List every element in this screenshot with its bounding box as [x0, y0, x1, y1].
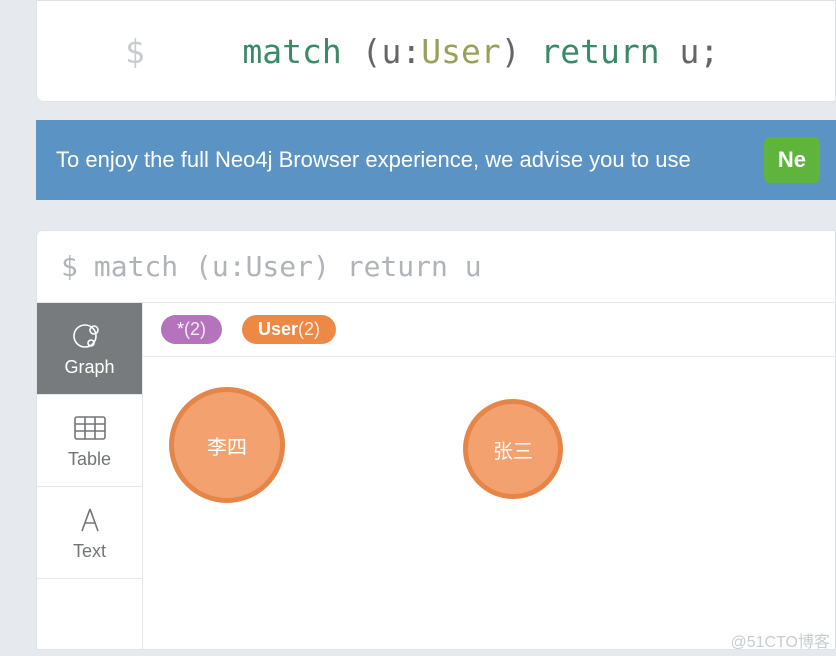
colon: : [401, 32, 421, 71]
result-frame: $ match (u:User) return u Graph [36, 230, 836, 650]
graph-area: *(2) User(2) 李四 张三 [143, 303, 835, 649]
open-paren: ( [362, 32, 382, 71]
result-query: match (u:User) return u [94, 250, 482, 283]
browser-notice: To enjoy the full Neo4j Browser experien… [36, 120, 836, 200]
graph-node[interactable]: 张三 [463, 399, 563, 499]
keyword-match: match [242, 32, 341, 71]
labels-bar: *(2) User(2) [143, 303, 835, 357]
node-caption: 张三 [493, 435, 533, 464]
watermark: @51CTO博客 [730, 628, 830, 652]
text-icon [71, 503, 109, 537]
graph-canvas[interactable]: 李四 张三 [143, 357, 835, 649]
close-paren: ) [501, 32, 521, 71]
tab-table[interactable]: Table [37, 395, 142, 487]
variable-u: u [381, 32, 401, 71]
tab-text-label: Text [73, 541, 106, 562]
label-all-count: (2) [184, 319, 206, 340]
variable-u-2: u [680, 32, 700, 71]
semicolon: ; [699, 32, 719, 71]
result-prompt: $ [61, 250, 78, 283]
editor-prompt: $ [125, 32, 145, 71]
label-user-count: (2) [298, 319, 320, 340]
label-all-symbol: * [177, 319, 184, 340]
result-header: $ match (u:User) return u [37, 231, 835, 303]
node-caption: 李四 [207, 431, 247, 460]
type-user: User [421, 32, 500, 71]
view-tabs: Graph Table [37, 303, 143, 649]
tab-text[interactable]: Text [37, 487, 142, 579]
query-editor[interactable]: $ match (u:User) return u; [36, 0, 836, 102]
notice-text: To enjoy the full Neo4j Browser experien… [56, 147, 691, 173]
label-user-name: User [258, 319, 298, 340]
tab-graph[interactable]: Graph [37, 303, 142, 395]
label-pill-all[interactable]: *(2) [161, 315, 222, 344]
tab-table-label: Table [68, 449, 111, 470]
table-icon [71, 411, 109, 445]
notice-cta-button[interactable]: Ne [764, 137, 820, 183]
graph-node[interactable]: 李四 [169, 387, 285, 503]
result-body: Graph Table [37, 303, 835, 649]
keyword-return: return [540, 32, 659, 71]
graph-icon [71, 319, 109, 353]
label-pill-user[interactable]: User(2) [242, 315, 336, 344]
tab-graph-label: Graph [64, 357, 114, 378]
